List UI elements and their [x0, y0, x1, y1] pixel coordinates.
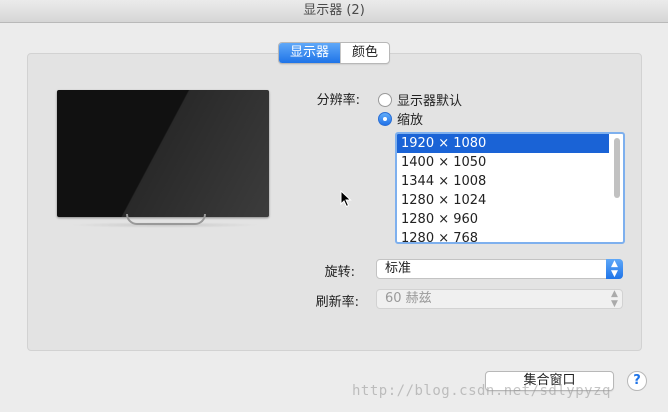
monitor-image [57, 90, 269, 217]
tab-color[interactable]: 颜色 [340, 43, 389, 63]
rotation-label: 旋转: [324, 265, 355, 280]
updown-arrows-icon: ▲ ▼ [611, 289, 618, 309]
resolution-label: 分辨率: [316, 93, 360, 108]
monitor-stand [126, 214, 206, 225]
resolution-list[interactable]: 1920 × 1080 1400 × 1050 1344 × 1008 1280… [395, 132, 625, 244]
radio-icon[interactable] [378, 92, 392, 107]
updown-arrows-icon: ▲ ▼ [606, 259, 623, 279]
monitor-glare [57, 90, 269, 217]
rotation-select[interactable]: 标准 ▲ ▼ [376, 259, 623, 279]
window-titlebar: 显示器 (2) [0, 0, 668, 23]
refresh-rate-label: 刷新率: [315, 295, 359, 310]
radio-selected-icon[interactable] [378, 111, 392, 126]
list-item[interactable]: 1280 × 960 [397, 210, 623, 229]
watermark: http://blog.csdn.net/sdlypyzq [352, 383, 611, 399]
list-item[interactable]: 1344 × 1008 [397, 172, 623, 191]
window-title: 显示器 (2) [303, 3, 365, 18]
list-item[interactable]: 1280 × 768 [397, 229, 623, 242]
refresh-rate-select[interactable]: 60 赫兹 ▲ ▼ [376, 289, 623, 309]
list-item[interactable]: 1400 × 1050 [397, 153, 623, 172]
tab-display[interactable]: 显示器 [279, 43, 341, 63]
radio-scaled-label: 缩放 [397, 113, 424, 128]
refresh-rate-value: 60 赫兹 [385, 291, 432, 306]
radio-scaled[interactable]: 缩放 [378, 109, 423, 128]
list-item[interactable]: 1280 × 1024 [397, 191, 623, 210]
list-scrollbar[interactable] [614, 138, 620, 198]
tab-bar: 显示器 颜色 [278, 42, 391, 64]
radio-display-default[interactable]: 显示器默认 [378, 90, 462, 109]
rotation-value: 标准 [385, 261, 412, 276]
help-button[interactable]: ? [627, 371, 647, 391]
list-item[interactable]: 1920 × 1080 [397, 134, 609, 153]
mouse-cursor-icon [340, 190, 352, 208]
radio-display-default-label: 显示器默认 [397, 94, 463, 109]
